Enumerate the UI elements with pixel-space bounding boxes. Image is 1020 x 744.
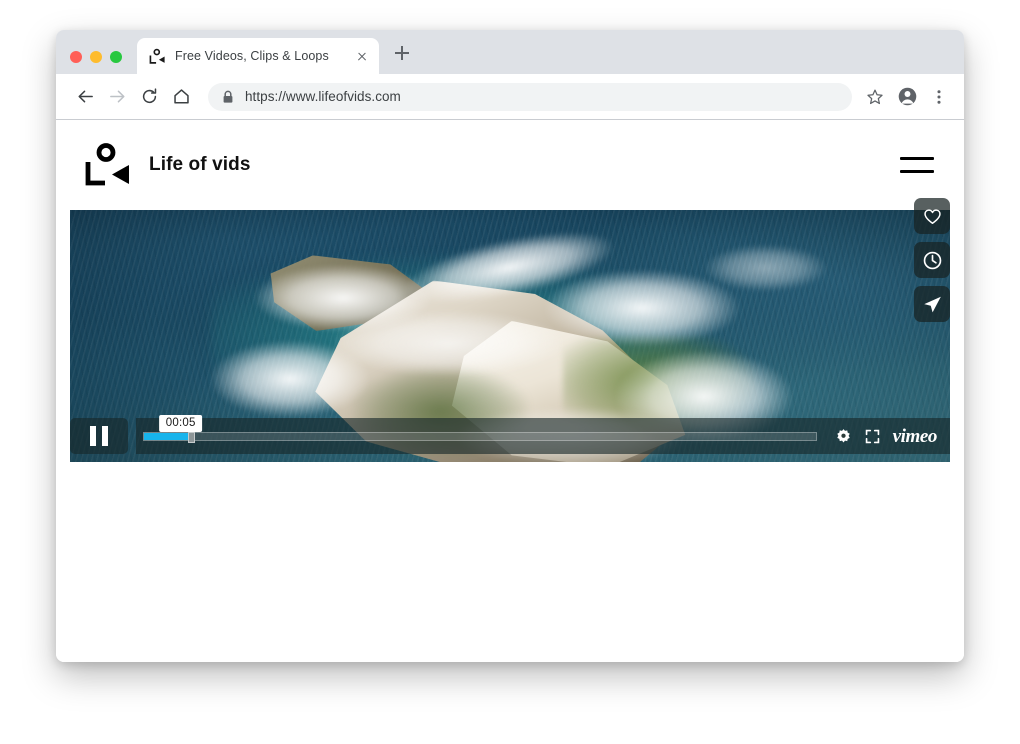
gear-icon[interactable] [835,428,852,445]
star-icon [866,88,884,106]
home-button[interactable] [166,82,196,112]
window-minimize-button[interactable] [90,51,102,63]
profile-button[interactable] [892,82,922,112]
reload-button[interactable] [134,82,164,112]
vimeo-logo[interactable]: vimeo [893,427,937,446]
address-bar-url: https://www.lifeofvids.com [245,89,401,104]
three-dot-menu-icon [930,88,948,106]
hamburger-line [900,170,934,173]
progress-fill [144,433,188,440]
clock-icon [922,250,943,271]
bookmark-button[interactable] [860,82,890,112]
lock-icon [222,90,234,104]
window-zoom-button[interactable] [110,51,122,63]
account-avatar-icon [897,86,918,107]
back-arrow-icon [76,87,95,106]
heart-icon [923,207,942,226]
like-button[interactable] [914,198,950,234]
watch-later-button[interactable] [914,242,950,278]
window-close-button[interactable] [70,51,82,63]
current-time-tooltip: 00:05 [159,415,203,432]
address-bar[interactable]: https://www.lifeofvids.com [208,83,852,111]
share-button[interactable] [914,286,950,322]
reload-icon [140,87,159,106]
progress-scrubber-handle[interactable] [188,432,195,443]
site-brand[interactable]: Life of vids [84,143,251,187]
hamburger-line [900,157,934,160]
pause-icon [90,426,108,446]
progress-bar-region[interactable]: 00:05 [136,418,824,454]
video-side-actions [914,198,950,322]
player-control-bar: 00:05 vimeo [70,418,950,454]
play-pause-button[interactable] [70,418,128,454]
new-tab-button[interactable] [389,40,415,66]
pause-bar [90,426,96,446]
browser-toolbar: https://www.lifeofvids.com [56,74,964,120]
video-player[interactable]: 00:05 vimeo [56,210,964,462]
forward-arrow-icon [108,87,127,106]
life-of-vids-logo-icon [84,143,132,187]
site-header: Life of vids [56,120,964,210]
site-brand-name: Life of vids [149,154,251,176]
browser-tab-strip: Free Videos, Clips & Loops [56,30,964,74]
back-button[interactable] [70,82,100,112]
paper-plane-icon [922,294,943,315]
window-traffic-lights [70,51,122,63]
toolbar-right-icons [860,82,954,112]
browser-window: Free Videos, Clips & Loops [56,30,964,662]
tab-close-icon[interactable] [353,47,371,65]
fullscreen-icon[interactable] [865,429,880,444]
player-right-controls: vimeo [824,418,950,454]
browser-menu-button[interactable] [924,82,954,112]
browser-tab-title: Free Videos, Clips & Loops [175,49,347,63]
home-icon [172,87,191,106]
pause-bar [102,426,108,446]
browser-tab[interactable]: Free Videos, Clips & Loops [137,38,379,74]
progress-track[interactable] [143,432,817,441]
page-content: Life of vids [56,120,964,662]
desktop-background: Free Videos, Clips & Loops [0,0,1020,744]
hamburger-menu-icon[interactable] [900,154,934,176]
life-of-vids-logo-icon [149,48,166,65]
forward-button[interactable] [102,82,132,112]
